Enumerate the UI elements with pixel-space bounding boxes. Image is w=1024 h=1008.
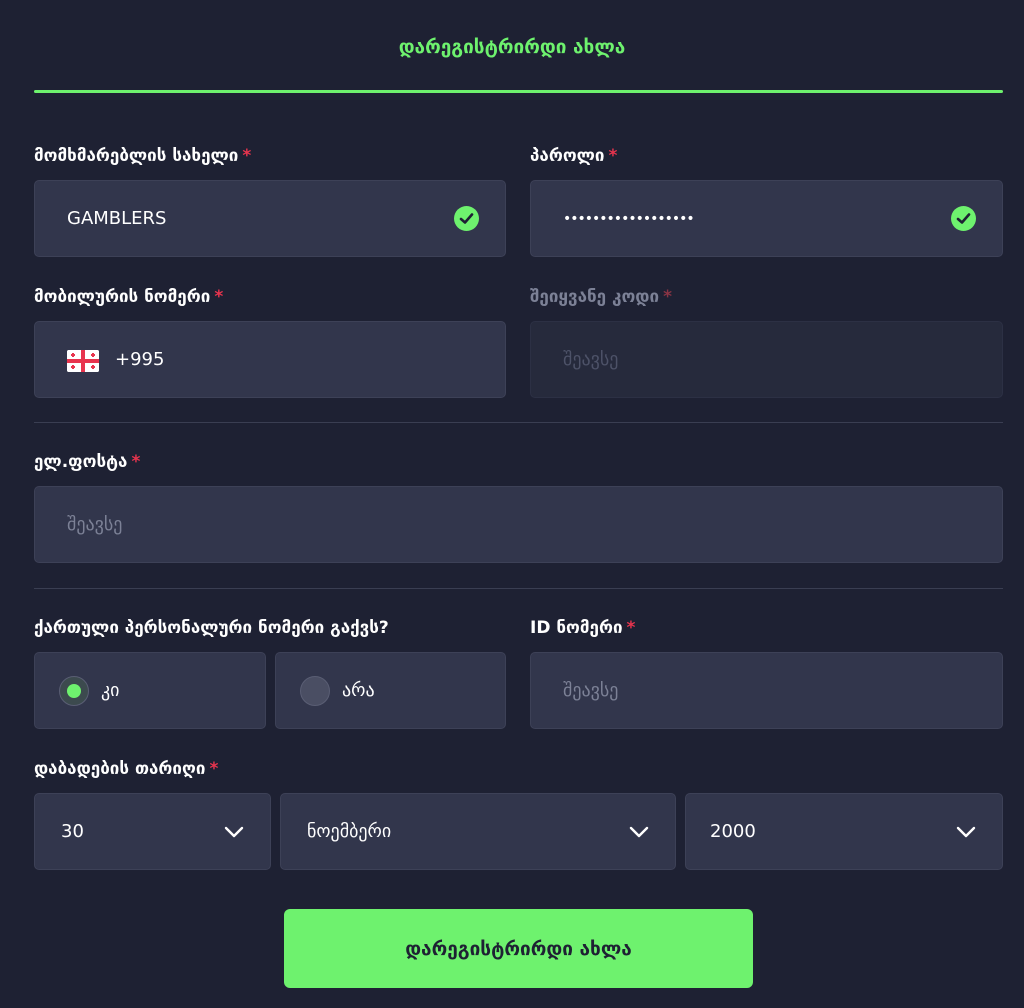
- email-label-text: ელ.ფოსტა: [34, 452, 128, 472]
- divider: [34, 588, 1003, 589]
- code-placeholder: შეავსე: [563, 349, 619, 370]
- birth-date-label: დაბადების თარიღი *: [34, 759, 218, 779]
- divider: [34, 422, 1003, 423]
- username-value: GAMBLERS: [67, 208, 167, 229]
- required-mark: *: [131, 452, 141, 472]
- chevron-down-icon: [224, 826, 244, 837]
- title-underline: [34, 90, 1003, 93]
- password-label-text: პაროლი: [530, 146, 605, 166]
- year-select[interactable]: 2000: [685, 793, 1003, 870]
- check-icon: [951, 206, 976, 231]
- password-label: პაროლი *: [530, 146, 617, 166]
- id-number-input[interactable]: შეავსე: [530, 652, 1003, 729]
- mobile-label: მობილურის ნომერი *: [34, 287, 223, 307]
- option-no[interactable]: არა: [275, 652, 506, 729]
- required-mark: *: [214, 287, 224, 307]
- email-label: ელ.ფოსტა *: [34, 452, 140, 472]
- personal-number-question: ქართული პერსონალური ნომერი გაქვს?: [34, 618, 389, 638]
- check-icon: [454, 206, 479, 231]
- code-input[interactable]: შეავსე: [530, 321, 1003, 398]
- mobile-prefix: +995: [115, 349, 165, 370]
- username-field[interactable]: GAMBLERS: [34, 180, 506, 257]
- required-mark: *: [608, 146, 618, 166]
- password-field[interactable]: ••••••••••••••••••: [530, 180, 1003, 257]
- birth-date-label-text: დაბადების თარიღი: [34, 759, 206, 779]
- radio-unselected-icon[interactable]: [300, 675, 330, 706]
- chevron-down-icon: [629, 826, 649, 837]
- day-value: 30: [61, 821, 84, 842]
- month-select[interactable]: ნოემბერი: [280, 793, 676, 870]
- month-value: ნოემბერი: [307, 821, 392, 842]
- id-number-label-text: ID ნომერი: [530, 618, 623, 638]
- required-mark: *: [242, 146, 252, 166]
- day-select[interactable]: 30: [34, 793, 271, 870]
- email-input[interactable]: შეავსე: [34, 486, 1003, 563]
- option-yes-label: კი: [101, 680, 120, 701]
- required-mark: *: [209, 759, 219, 779]
- email-placeholder: შეავსე: [67, 514, 123, 535]
- required-mark: *: [663, 287, 672, 307]
- year-value: 2000: [710, 821, 756, 842]
- option-yes[interactable]: კი: [34, 652, 266, 729]
- username-label: მომხმარებლის სახელი *: [34, 146, 251, 166]
- password-value: ••••••••••••••••••: [563, 210, 695, 227]
- id-number-placeholder: შეავსე: [563, 680, 619, 701]
- id-number-label: ID ნომერი *: [530, 618, 635, 638]
- code-label-text: შეიყვანე კოდი: [530, 287, 660, 307]
- mobile-label-text: მობილურის ნომერი: [34, 287, 211, 307]
- option-no-label: არა: [342, 680, 375, 701]
- mobile-field[interactable]: +995: [34, 321, 506, 398]
- radio-selected-icon[interactable]: [59, 675, 89, 706]
- page-title: დარეგისტრირდი ახლა: [398, 36, 626, 58]
- georgia-flag-icon[interactable]: [67, 350, 99, 372]
- code-label: შეიყვანე კოდი *: [530, 287, 672, 307]
- required-mark: *: [626, 618, 636, 638]
- chevron-down-icon: [956, 826, 976, 837]
- register-button[interactable]: დარეგისტრირდი ახლა: [284, 909, 753, 988]
- username-label-text: მომხმარებლის სახელი: [34, 146, 239, 166]
